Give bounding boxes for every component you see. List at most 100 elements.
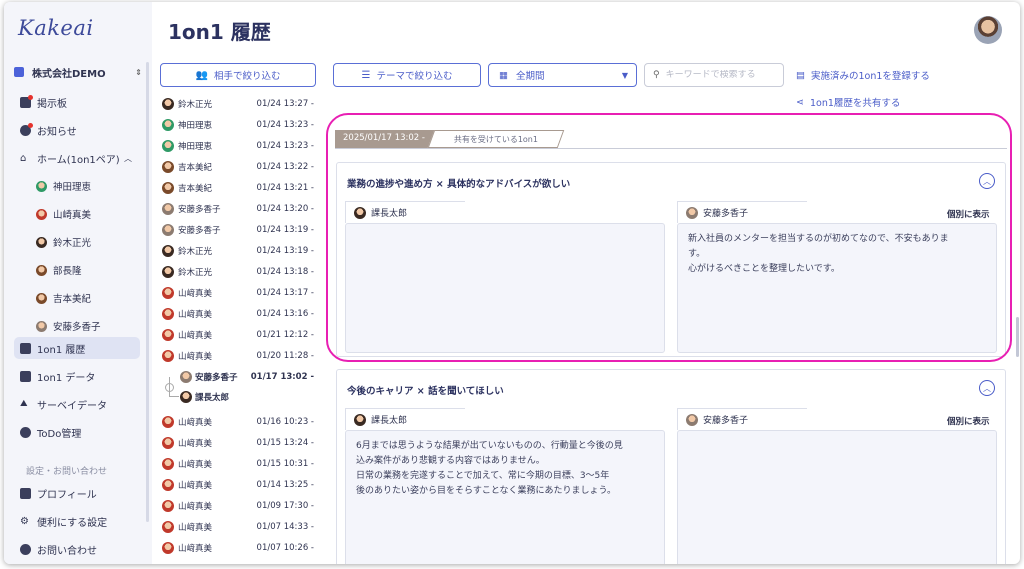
avatar (162, 479, 174, 491)
history-row[interactable]: 山﨑真美 01/21 12:12 - (162, 326, 314, 344)
history-row[interactable]: 鈴木正光 01/24 13:27 - (162, 95, 314, 113)
sidebar-pair-item[interactable]: 安藤多香子 (14, 315, 140, 337)
sidebar-item-survey[interactable]: ⛰ サーベイデータ (14, 393, 140, 415)
collapse-button[interactable]: ︿ (979, 380, 995, 396)
sidebar-item-notices[interactable]: お知らせ (14, 119, 140, 141)
history-partner-name: 山﨑真美 (178, 310, 213, 320)
sidebar-pair-item[interactable]: 神田理恵 (14, 175, 140, 197)
history-row[interactable]: 吉本美紀 01/24 13:21 - (162, 179, 314, 197)
sidebar-pair-item[interactable]: 鈴木正光 (14, 231, 140, 253)
history-partner-name: 山﨑真美 (178, 460, 213, 470)
show-individually-link[interactable]: 個別に表示 (947, 415, 990, 427)
history-partner-name: 神田理恵 (178, 121, 213, 131)
avatar (162, 521, 174, 533)
history-date: 01/24 13:22 - (256, 162, 314, 172)
avatar (36, 264, 47, 276)
group-icon (165, 383, 174, 392)
sidebar-item-label: お問い合わせ (37, 545, 97, 557)
filter-theme-button[interactable]: ☰ テーマで絞り込む (333, 63, 481, 87)
note-tab-member: 安藤多香子 (677, 408, 807, 430)
history-row[interactable]: 山﨑真美 01/07 10:26 - (162, 539, 314, 557)
highlight-annotation (326, 113, 1012, 362)
history-row[interactable]: 鈴木正光 01/24 13:19 - (162, 242, 314, 260)
search-icon: ⚲ (653, 70, 660, 80)
history-row[interactable]: 神田理恵 01/24 13:23 - (162, 137, 314, 155)
history-row[interactable]: 安藤多香子 01/24 13:19 - (162, 221, 314, 239)
sidebar-pair-item[interactable]: 吉本美紀 (14, 287, 140, 309)
avatar (36, 180, 47, 192)
sidebar-item-home[interactable]: ⌂ ホーム(1on1ペア) ︿ (14, 147, 140, 169)
history-row[interactable]: 山﨑真美 01/20 11:28 - (162, 347, 314, 365)
history-row[interactable]: 山﨑真美 01/07 14:33 - (162, 518, 314, 536)
avatar (162, 416, 174, 428)
history-row[interactable]: 山﨑真美 01/16 10:23 - (162, 413, 314, 431)
company-switcher[interactable]: 株式会社DEMO ⇕ (14, 62, 142, 82)
app-logo[interactable]: Kakeai (18, 16, 94, 40)
filter-partner-label: 相手で絞り込む (213, 71, 281, 82)
history-row[interactable]: 山﨑真美 01/24 13:17 - (162, 284, 314, 302)
history-partner-name: 山﨑真美 (178, 502, 213, 512)
history-partner-name: 課長太郎 (195, 393, 230, 403)
avatar (162, 245, 174, 257)
history-row[interactable]: 山﨑真美 01/24 13:16 - (162, 305, 314, 323)
history-row[interactable]: 鈴木正光 01/24 13:18 - (162, 263, 314, 281)
profile-icon (20, 487, 31, 499)
register-label: 実施済みの1on1を登録する (810, 71, 930, 82)
avatar (162, 350, 174, 362)
keyword-search[interactable]: ⚲ (644, 63, 784, 87)
sidebar-item-board[interactable]: 掲示板 (14, 91, 140, 113)
history-partner-name: 山﨑真美 (178, 331, 213, 341)
pair-name: 安藤多香子 (53, 322, 101, 333)
topic-title: 今後のキャリア × 話を聞いてほしい (347, 386, 504, 397)
pair-name: 神田理恵 (53, 182, 92, 193)
avatar (36, 236, 47, 248)
avatar (162, 224, 174, 236)
share-history-link[interactable]: ⋖ 1on1履歴を共有する (796, 95, 900, 110)
sidebar-item-todo[interactable]: ToDo管理 (14, 421, 140, 443)
history-partner-name: 安藤多香子 (195, 373, 238, 383)
pair-name: 鈴木正光 (53, 238, 92, 249)
history-partner-name: 吉本美紀 (178, 184, 213, 194)
sidebar-item-profile[interactable]: プロフィール (14, 482, 140, 504)
bell-icon (20, 122, 33, 136)
sidebar-pair-item[interactable]: 部長隆 (14, 259, 140, 281)
period-select[interactable]: ▦ 全期間 ▼ (488, 63, 637, 87)
history-group-row[interactable]: 安藤多香子 01/17 13:02 - 課長太郎 (162, 369, 314, 409)
filter-partner-button[interactable]: 👥 相手で絞り込む (160, 63, 316, 87)
sidebar-item-history[interactable]: 1on1 履歴 (14, 337, 140, 359)
avatar (36, 208, 47, 220)
history-partner-name: 吉本美紀 (178, 163, 213, 173)
share-icon: ⋖ (796, 96, 804, 108)
sidebar-item-label: お知らせ (37, 126, 77, 138)
history-partner-name: 山﨑真美 (178, 439, 213, 449)
sidebar-scrollbar[interactable] (146, 62, 149, 522)
avatar (162, 98, 174, 110)
dropdown-arrow-icon: ▼ (621, 70, 628, 80)
main-scrollbar[interactable] (1016, 317, 1019, 357)
history-row[interactable]: 山﨑真美 01/14 13:25 - (162, 476, 314, 494)
history-icon (20, 342, 31, 354)
history-date: 01/15 13:24 - (256, 438, 314, 448)
history-row[interactable]: 山﨑真美 01/15 13:24 - (162, 434, 314, 452)
note-body-member[interactable] (677, 430, 997, 564)
sidebar-item-settings[interactable]: ⚙ 便利にする設定 (14, 510, 140, 532)
sidebar-item-data[interactable]: 1on1 データ (14, 365, 140, 387)
note-author: 課長太郎 (371, 416, 408, 426)
register-1on1-link[interactable]: ▤ 実施済みの1on1を登録する (796, 68, 930, 83)
sidebar-pair-item[interactable]: 山崎真美 (14, 203, 140, 225)
history-row[interactable]: 安藤多香子 01/24 13:20 - (162, 200, 314, 218)
pair-name: 山崎真美 (53, 210, 92, 221)
avatar (162, 140, 174, 152)
sidebar-item-contact[interactable]: お問い合わせ (14, 538, 140, 560)
user-avatar[interactable] (974, 16, 1002, 44)
history-row[interactable]: 神田理恵 01/24 13:23 - (162, 116, 314, 134)
history-row[interactable]: 吉本美紀 01/24 13:22 - (162, 158, 314, 176)
history-date: 01/16 10:23 - (256, 417, 314, 427)
avatar (36, 292, 47, 304)
keyword-search-input[interactable] (665, 70, 766, 80)
history-row[interactable]: 山﨑真美 01/09 17:30 - (162, 497, 314, 515)
history-date: 01/07 10:26 - (256, 543, 314, 553)
history-row[interactable]: 山﨑真美 01/15 10:31 - (162, 455, 314, 473)
pair-name: 吉本美紀 (53, 294, 92, 305)
note-body-manager[interactable]: 6月までは思うような結果が出ていないものの、行動量と今後の見 込み案件があり悲観… (345, 430, 665, 564)
